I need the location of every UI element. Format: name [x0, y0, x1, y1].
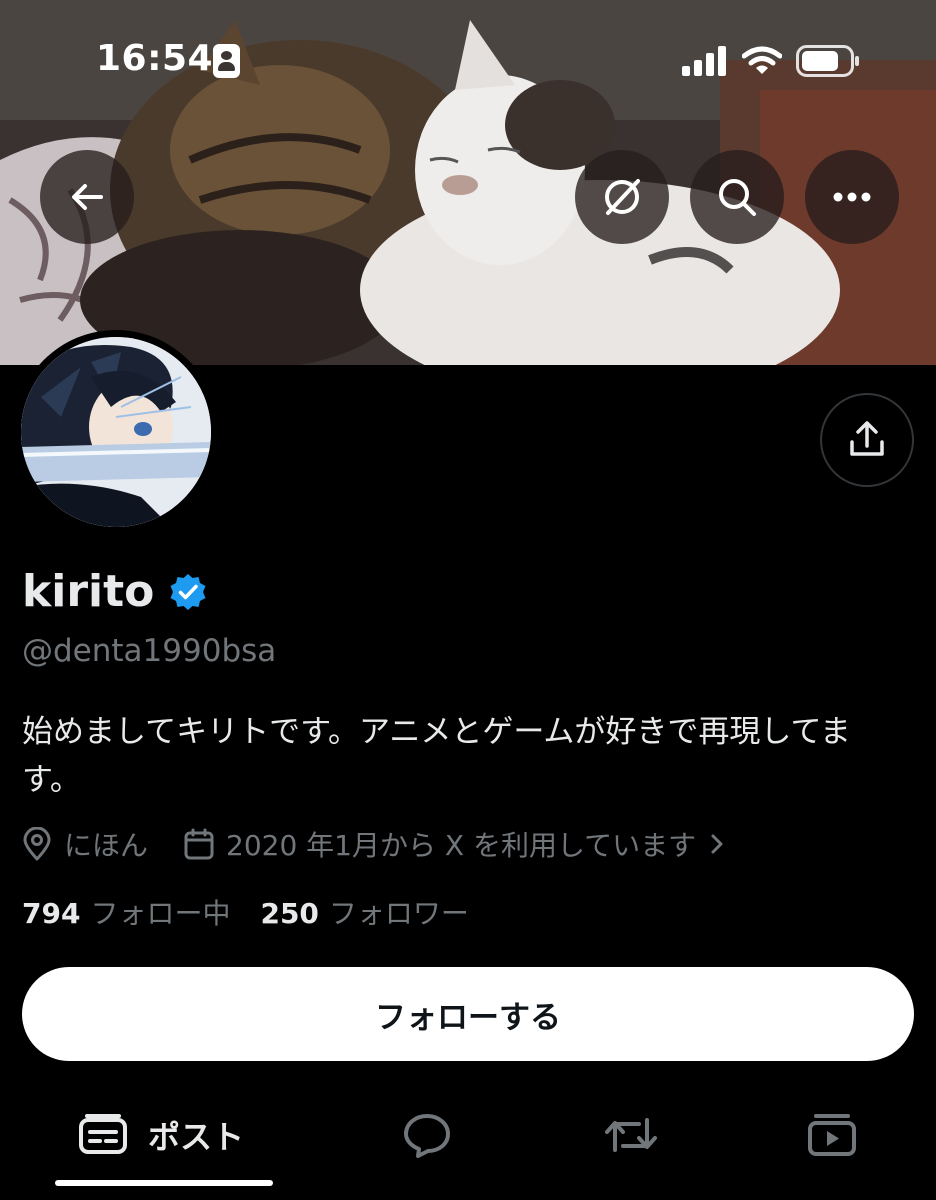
location: にほん	[22, 824, 148, 864]
more-icon	[833, 192, 871, 202]
avatar-illustration	[21, 337, 211, 527]
location-pin-icon	[23, 827, 51, 861]
display-name-row: kirito	[22, 566, 208, 617]
reply-icon	[404, 1114, 450, 1158]
cellular-signal-icon	[682, 46, 726, 76]
active-tab-indicator	[55, 1180, 273, 1186]
verified-badge-icon[interactable]	[168, 572, 208, 612]
back-button[interactable]	[40, 150, 134, 244]
more-options-button[interactable]	[805, 150, 899, 244]
avatar-image	[21, 337, 211, 527]
display-name: kirito	[22, 566, 155, 617]
status-indicators	[682, 44, 860, 78]
tab-videos[interactable]	[806, 1090, 858, 1180]
tab-posts-label: ポスト	[148, 1118, 245, 1156]
profile-avatar[interactable]	[14, 330, 218, 534]
following-label: フォロー中	[90, 897, 231, 930]
video-icon	[808, 1114, 856, 1156]
follow-button[interactable]: フォローする	[22, 967, 914, 1061]
followers-label: フォロワー	[328, 897, 469, 930]
status-bar: 16:54	[0, 0, 936, 120]
grok-icon	[605, 179, 640, 215]
profile-bio: 始めましてキリトです。アニメとゲームが好きで再現してます。	[22, 714, 851, 798]
location-text: にほん	[64, 829, 149, 862]
chevron-right-icon	[711, 834, 723, 854]
share-button[interactable]	[820, 393, 914, 487]
following-count: 794	[22, 897, 81, 930]
user-handle: @denta1990bsa	[22, 633, 277, 669]
battery-icon	[796, 45, 859, 77]
profile-meta: にほん 2020 年1月から X を利用しています	[22, 824, 726, 864]
following-link[interactable]: 794 フォロー中	[22, 892, 230, 932]
status-time: 16:54	[96, 38, 214, 79]
grok-button[interactable]	[575, 150, 669, 244]
join-date-text: 2020 年1月から X を利用しています	[226, 829, 697, 862]
repost-icon	[605, 1118, 657, 1152]
followers-link[interactable]: 250 フォロワー	[260, 892, 468, 932]
followers-count: 250	[260, 897, 319, 930]
search-button[interactable]	[690, 150, 784, 244]
wifi-icon	[742, 46, 782, 74]
tab-reposts[interactable]	[603, 1090, 659, 1180]
tab-posts[interactable]: ポスト	[78, 1090, 244, 1180]
share-icon	[850, 421, 884, 456]
screen-lock-icon	[213, 44, 240, 78]
tab-replies[interactable]	[402, 1090, 452, 1180]
join-date[interactable]: 2020 年1月から X を利用しています	[184, 824, 726, 864]
posts-icon	[79, 1114, 127, 1154]
back-arrow-icon	[72, 184, 103, 210]
search-icon	[719, 179, 756, 216]
follow-counts: 794 フォロー中 250 フォロワー	[22, 892, 469, 932]
calendar-icon	[184, 828, 214, 860]
